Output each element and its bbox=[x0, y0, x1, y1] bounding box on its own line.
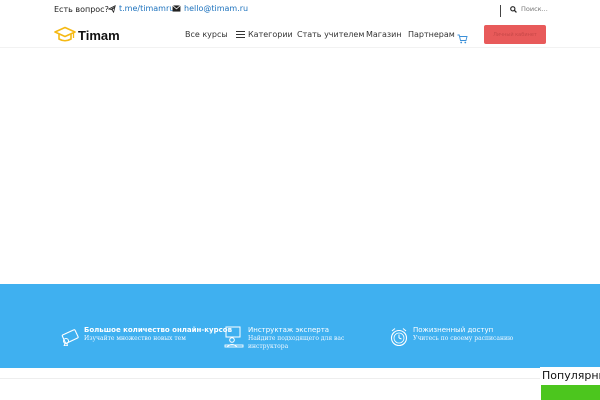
feature-online-courses: Большое количество онлайн-курсов Изучайт… bbox=[60, 326, 232, 346]
nav-become-teacher-label: Стать учителем bbox=[297, 30, 365, 39]
telegram-icon bbox=[108, 4, 116, 13]
question-label: Есть вопрос? bbox=[54, 5, 109, 14]
envelope-icon bbox=[172, 5, 181, 12]
feature-title: Инструктаж эксперта bbox=[248, 326, 330, 334]
feature-expert-instructor: Инструктаж эксперта Найдите подходящего … bbox=[224, 326, 366, 351]
nav-all-courses[interactable]: Все курсы bbox=[185, 30, 228, 39]
cart-button[interactable] bbox=[457, 29, 468, 48]
teacher-icon bbox=[224, 326, 244, 348]
clock-icon bbox=[390, 328, 408, 347]
nav-partners-label: Партнерам bbox=[408, 30, 455, 39]
login-button-label: Личный кабинет bbox=[493, 31, 537, 38]
nav-categories[interactable]: Категории bbox=[236, 30, 293, 39]
search-icon bbox=[510, 5, 517, 13]
hero-section bbox=[0, 48, 600, 284]
search-box[interactable] bbox=[510, 5, 561, 13]
feature-subtitle: Учитесь по своему расписанию bbox=[413, 335, 514, 342]
feature-subtitle: Найдите подходящего для вас инструктора bbox=[248, 335, 345, 350]
logo[interactable]: Timam bbox=[54, 26, 120, 44]
nav-shop-label: Магазин bbox=[366, 30, 402, 39]
divider bbox=[500, 5, 501, 17]
green-badge[interactable] bbox=[541, 385, 600, 400]
email-text: hello@timam.ru bbox=[184, 4, 249, 13]
email-link[interactable]: hello@timam.ru bbox=[172, 4, 248, 13]
graduation-cap-icon bbox=[54, 26, 76, 42]
certificate-icon bbox=[61, 329, 79, 346]
section-divider bbox=[0, 378, 600, 379]
logo-text: Timam bbox=[78, 27, 120, 43]
feature-subtitle: Изучайте множество новых тем bbox=[84, 335, 186, 342]
top-bar: Есть вопрос? t.me/timamru hello@timam.ru bbox=[0, 0, 600, 22]
feature-title: Пожизненный доступ bbox=[413, 326, 494, 334]
nav-partners[interactable]: Партнерам bbox=[408, 30, 455, 39]
nav-categories-label: Категории bbox=[248, 30, 293, 39]
feature-lifetime-access: Пожизненный доступ Учитесь по своему рас… bbox=[389, 326, 513, 348]
telegram-text: t.me/timamru bbox=[119, 4, 175, 13]
nav-become-teacher[interactable]: Стать учителем bbox=[297, 30, 364, 39]
telegram-link[interactable]: t.me/timamru bbox=[108, 4, 174, 13]
nav-shop[interactable]: Магазин bbox=[366, 30, 402, 39]
search-input[interactable] bbox=[521, 5, 561, 13]
main-nav: Timam Все курсы Категории Стать учителем… bbox=[0, 22, 600, 48]
feature-title: Большое количество онлайн-курсов bbox=[84, 326, 233, 334]
login-button[interactable]: Личный кабинет bbox=[484, 25, 546, 44]
nav-all-courses-label: Все курсы bbox=[185, 30, 228, 39]
popular-heading: Популярные bbox=[540, 367, 600, 385]
menu-icon bbox=[236, 31, 245, 38]
cart-icon bbox=[457, 34, 468, 44]
